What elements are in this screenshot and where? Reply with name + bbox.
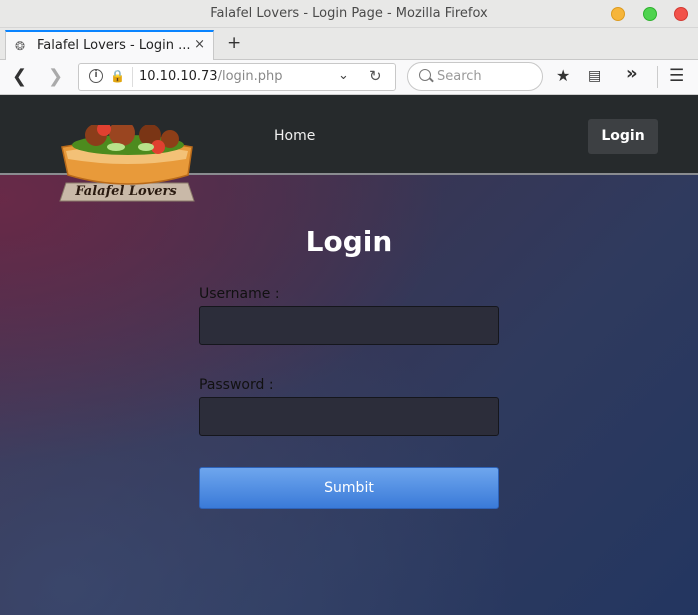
- page-title: Login: [305, 225, 393, 258]
- url-path: /login.php: [217, 69, 283, 84]
- maximize-button[interactable]: [643, 7, 657, 21]
- password-label: Password :: [199, 377, 274, 393]
- search-placeholder: Search: [437, 69, 482, 84]
- star-icon[interactable]: ★: [556, 66, 570, 85]
- password-field[interactable]: [199, 397, 499, 436]
- logo-text: Falafel Lovers: [74, 184, 177, 199]
- site-header: Falafel Lovers Home Login: [0, 95, 698, 202]
- falafel-lovers-logo[interactable]: Falafel Lovers: [58, 125, 198, 205]
- nav-home-link[interactable]: Home: [274, 128, 315, 144]
- url-separator: [132, 67, 133, 87]
- page-content: Falafel Lovers Home Login Login Username…: [0, 95, 698, 615]
- tab-close-icon[interactable]: ×: [194, 37, 205, 52]
- search-icon: [419, 69, 431, 81]
- username-field[interactable]: [199, 306, 499, 345]
- overflow-chevrons-icon[interactable]: »: [626, 63, 638, 84]
- insecure-lock-icon[interactable]: 🔒: [110, 69, 125, 83]
- tab-falafel-login[interactable]: ❂ Falafel Lovers - Login ... ×: [5, 30, 214, 60]
- close-window-button[interactable]: [674, 7, 688, 21]
- username-label: Username :: [199, 286, 280, 302]
- chevron-down-icon[interactable]: ⌄: [338, 68, 349, 83]
- hamburger-menu-icon[interactable]: ☰: [669, 66, 684, 86]
- tab-label: Falafel Lovers - Login ...: [37, 38, 191, 53]
- submit-button[interactable]: Sumbit: [199, 467, 499, 509]
- toolbar-separator: [657, 66, 658, 88]
- info-icon[interactable]: i: [89, 69, 103, 83]
- navigation-toolbar: ❮ ❯ i 🔒 10.10.10.73/login.php ⌄ ↻ Search…: [0, 60, 698, 95]
- new-tab-button[interactable]: +: [227, 33, 241, 53]
- search-input[interactable]: Search: [407, 62, 543, 91]
- library-icon[interactable]: ▤: [588, 68, 601, 84]
- window-title: Falafel Lovers - Login Page - Mozilla Fi…: [210, 6, 488, 21]
- forward-arrow-icon[interactable]: ❯: [48, 66, 63, 87]
- back-arrow-icon[interactable]: ❮: [12, 66, 27, 87]
- tab-bar: ❂ Falafel Lovers - Login ... × +: [0, 28, 698, 60]
- url-text[interactable]: 10.10.10.73/login.php: [139, 69, 283, 84]
- reload-icon[interactable]: ↻: [369, 67, 382, 85]
- minimize-button[interactable]: [611, 7, 625, 21]
- site-favicon-icon: ❂: [15, 39, 26, 53]
- nav-login-button[interactable]: Login: [588, 119, 658, 154]
- url-bar[interactable]: i 🔒 10.10.10.73/login.php ⌄ ↻: [78, 63, 396, 91]
- url-host: 10.10.10.73: [139, 69, 218, 84]
- window-titlebar: Falafel Lovers - Login Page - Mozilla Fi…: [0, 0, 698, 28]
